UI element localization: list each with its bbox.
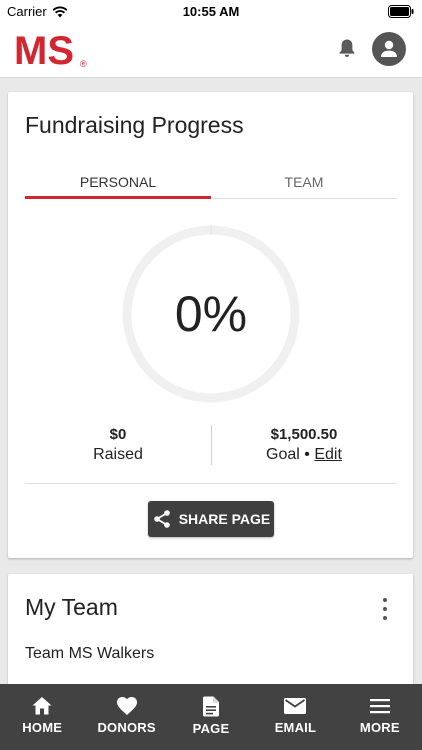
nav-donors[interactable]: DONORS [84, 684, 168, 750]
share-icon [153, 510, 170, 528]
battery-icon [388, 5, 414, 18]
fundraising-progress-card: Fundraising Progress PERSONAL TEAM 0% $0… [8, 92, 413, 558]
raised-amount: $0 [109, 426, 127, 443]
divider [25, 483, 397, 484]
card-title: Fundraising Progress [25, 112, 244, 138]
nav-page[interactable]: PAGE [169, 684, 253, 750]
nav-home[interactable]: HOME [0, 684, 84, 750]
tab-team[interactable]: TEAM [211, 164, 397, 198]
status-time: 10:55 AM [182, 4, 240, 19]
goal-stat: $1,500.50 Goal • Edit [211, 426, 397, 464]
bell-icon [339, 39, 355, 57]
raised-label: Raised [93, 446, 143, 463]
more-vert-icon[interactable] [381, 598, 389, 620]
nav-page-label: PAGE [192, 721, 230, 736]
menu-icon [369, 699, 390, 714]
edit-goal-link[interactable]: Edit [314, 446, 342, 463]
app-header: MS ® [0, 24, 422, 78]
team-card-title: My Team [25, 594, 118, 620]
email-icon [284, 698, 307, 714]
nav-donors-label: DONORS [97, 720, 156, 735]
tab-personal[interactable]: PERSONAL [25, 164, 211, 199]
nav-more-label: MORE [359, 720, 400, 735]
share-page-button[interactable]: SHARE PAGE [148, 501, 274, 537]
notifications-button[interactable] [338, 38, 356, 63]
share-page-label: SHARE PAGE [178, 511, 271, 527]
home-icon [32, 697, 52, 715]
goal-amount: $1,500.50 [270, 426, 338, 443]
ms-logo[interactable]: MS ® [14, 29, 90, 76]
logo-registered-mark: ® [80, 59, 87, 69]
status-bar: Carrier 10:55 AM [0, 0, 422, 24]
progress-percent: 0% [174, 286, 248, 342]
raised-stat: $0 Raised [25, 426, 211, 464]
heart-icon [116, 697, 137, 715]
nav-home-label: HOME [22, 720, 63, 735]
goal-label: Goal [266, 446, 300, 463]
account-button[interactable] [372, 32, 406, 66]
nav-email[interactable]: EMAIL [253, 684, 337, 750]
progress-stats: $0 Raised $1,500.50 Goal • Edit [25, 425, 397, 466]
nav-email-label: EMAIL [274, 720, 317, 735]
bottom-nav: HOME DONORS PAGE EMAIL MORE [0, 684, 422, 750]
goal-separator: • [304, 446, 310, 463]
team-name[interactable]: Team MS Walkers [25, 645, 154, 663]
logo-text: MS [14, 31, 74, 71]
nav-more[interactable]: MORE [338, 684, 422, 750]
goal-label-row: Goal • Edit [211, 446, 397, 464]
progress-tabs: PERSONAL TEAM [25, 164, 397, 199]
account-circle-icon [381, 40, 397, 57]
document-icon [203, 696, 220, 717]
